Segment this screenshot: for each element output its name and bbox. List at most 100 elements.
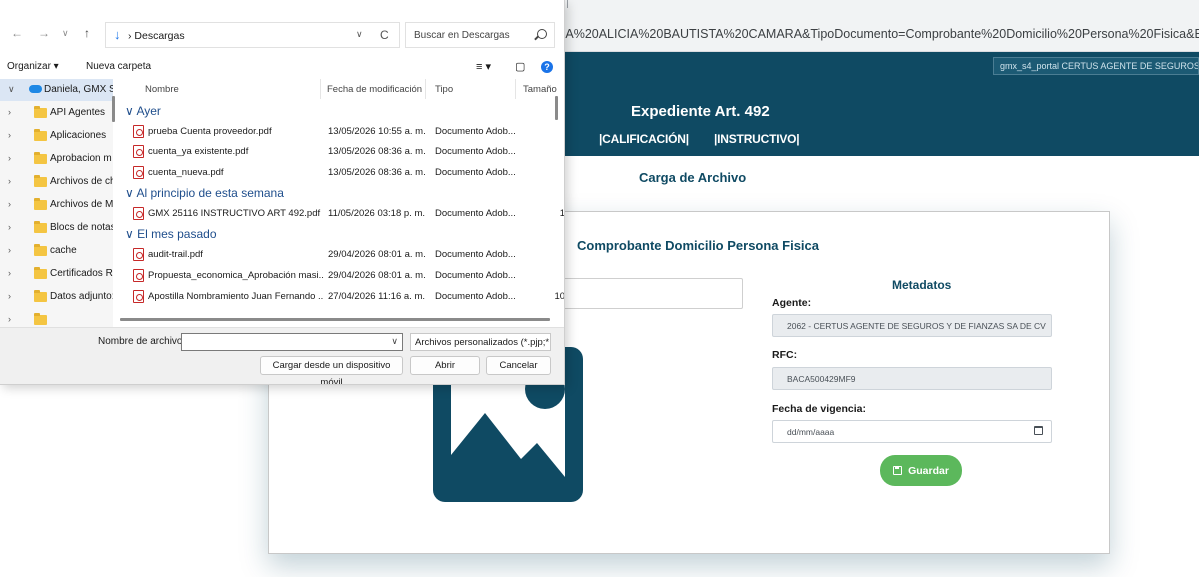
file-upload-input[interactable] [543,278,743,309]
chevron-right-icon[interactable]: › [8,222,11,232]
pdf-icon [133,290,144,303]
tree-item-cache[interactable]: › cache [0,240,113,262]
tree-item-blocs-notas[interactable]: › Blocs de notas [0,217,113,239]
tree-item-aplicaciones[interactable]: › Aplicaciones [0,125,113,147]
list-item[interactable]: prueba Cuenta proveedor.pdf 13/05/2026 1… [133,123,563,143]
preview-pane-icon[interactable]: ▢ [515,60,525,73]
column-divider[interactable] [515,79,516,99]
chevron-down-icon[interactable]: ∨ [8,84,15,95]
column-divider[interactable] [320,79,321,99]
file-date: 13/05/2026 08:36 a. m. [328,146,426,157]
column-header-size[interactable]: Tamaño [523,84,557,95]
tree-item-onedrive[interactable]: ∨ Daniela, GMX Se [0,79,113,101]
dialog-nav-bar: ← → ∨ ↑ ↓ › Descargas ∨ C Buscar en Desc… [0,18,564,53]
nav-instructivo[interactable]: |INSTRUCTIVO| [714,132,800,146]
tree-item-api-agentes[interactable]: › API Agentes [0,102,113,124]
chevron-down-icon[interactable]: ∨ [356,29,363,40]
agent-field: 2062 - CERTUS AGENTE DE SEGUROS Y DE FIA… [772,314,1052,337]
download-icon: ↓ [114,27,121,42]
tree-item-certificados[interactable]: › Certificados RI [0,263,113,285]
search-input[interactable]: Buscar en Descargas [414,30,510,41]
pdf-icon [133,166,144,179]
search-box[interactable]: Buscar en Descargas [405,22,555,48]
date-field[interactable]: dd/mm/aaaa [772,420,1052,443]
rfc-label: RFC: [772,349,798,361]
refresh-icon[interactable]: C [380,28,389,42]
path-bar[interactable]: ↓ › Descargas ∨ C [105,22,400,48]
recent-dropdown-button[interactable]: ∨ [62,28,69,39]
folder-icon [34,175,47,187]
list-item[interactable]: Propuesta_economica_Aprobación masi... 2… [133,267,563,287]
chevron-right-icon[interactable]: › [8,199,11,209]
folder-icon [34,290,47,302]
chevron-right-icon[interactable]: › [8,291,11,301]
tree-item-datos-adjuntos[interactable]: › Datos adjunto: [0,286,113,308]
view-options-icon[interactable]: ≡ ▾ [476,60,491,73]
open-button[interactable]: Abrir [410,356,480,375]
file-date: 29/04/2026 08:01 a. m. [328,249,426,260]
group-header-last-month[interactable]: ∨ El mes pasado [125,227,217,241]
tree-item-archivos-m[interactable]: › Archivos de M [0,194,113,216]
tree-item-label: Certificados RI [50,268,113,279]
forward-button[interactable]: → [38,26,50,40]
column-header-name[interactable]: Nombre [145,84,179,95]
filename-input[interactable]: ∨ [181,333,403,351]
card-title: Comprobante Domicilio Persona Fisica [577,238,819,253]
list-item[interactable]: Apostilla Nombramiento Juan Fernando ...… [133,288,564,308]
file-date: 29/04/2026 08:01 a. m. [328,270,426,281]
tree-item-partial[interactable]: › [0,309,113,327]
list-item[interactable]: cuenta_ya existente.pdf 13/05/2026 08:36… [133,143,563,163]
upload-from-mobile-button[interactable]: Cargar desde un dispositivo móvil [260,356,403,384]
navigation-pane: ∨ Daniela, GMX Se › API Agentes › Aplica… [0,79,113,327]
group-label: Al principio de esta semana [136,186,284,200]
tree-item-archivos-ch[interactable]: › Archivos de ch [0,171,113,193]
help-icon[interactable]: ? [541,61,553,73]
horizontal-scrollbar[interactable] [120,318,550,321]
address-bar[interactable]: ADA%20ALICIA%20BAUTISTA%20CAMARA&TipoDoc… [548,27,1199,41]
chevron-right-icon[interactable]: › [8,176,11,186]
save-icon [893,466,903,475]
chevron-right-icon[interactable]: › [8,245,11,255]
list-item[interactable]: GMX 25116 INSTRUCTIVO ART 492.pdf 11/05/… [133,205,564,225]
chevron-right-icon[interactable]: › [8,153,11,163]
organize-button[interactable]: Organizar ▾ [7,61,59,72]
up-button[interactable]: ↑ [84,26,90,40]
save-button[interactable]: Guardar [880,455,962,486]
dialog-footer: Nombre de archivo: ∨ Archivos personaliz… [0,327,564,384]
vertical-scrollbar[interactable] [555,96,558,120]
file-name: audit-trail.pdf [148,249,203,260]
command-bar: Organizar ▾ Nueva carpeta ≡ ▾ ▢ ? [0,56,564,78]
file-name: prueba Cuenta proveedor.pdf [148,126,272,137]
filename-label: Nombre de archivo: [98,336,186,347]
chevron-right-icon[interactable]: › [8,314,11,324]
cloud-icon [29,85,42,93]
file-type-filter[interactable]: Archivos personalizados (*.pjp;* [410,333,551,351]
list-item[interactable]: cuenta_nueva.pdf 13/05/2026 08:36 a. m. … [133,164,563,184]
user-info-box: gmx_s4_portal CERTUS AGENTE DE SEGUROS Y [993,57,1199,75]
chevron-right-icon[interactable]: › [8,107,11,117]
group-header-this-week[interactable]: ∨ Al principio de esta semana [125,186,284,200]
chevron-right-icon[interactable]: › [8,130,11,140]
cancel-button[interactable]: Cancelar [486,356,551,375]
date-placeholder: dd/mm/aaaa [787,427,835,437]
list-item[interactable]: audit-trail.pdf 29/04/2026 08:01 a. m. D… [133,246,563,266]
chevron-right-icon[interactable]: › [8,268,11,278]
file-date: 27/04/2026 11:16 a. m. [328,291,426,302]
group-label: Ayer [136,104,161,118]
back-button[interactable]: ← [11,26,23,40]
breadcrumb[interactable]: › Descargas [128,30,185,42]
column-header-type[interactable]: Tipo [435,84,453,95]
tree-item-aprobacion[interactable]: › Aprobacion m [0,148,113,170]
chevron-down-icon[interactable]: ∨ [391,336,398,347]
new-folder-button[interactable]: Nueva carpeta [86,61,151,72]
breadcrumb-downloads[interactable]: Descargas [134,30,184,42]
tree-item-label: Blocs de notas [50,222,113,233]
file-open-dialog: ← → ∨ ↑ ↓ › Descargas ∨ C Buscar en Desc… [0,0,565,385]
file-date: 13/05/2026 08:36 a. m. [328,167,426,178]
nav-calificacion[interactable]: |CALIFICACIÓN| [599,132,689,146]
column-header-date[interactable]: Fecha de modificación [327,84,422,95]
column-divider[interactable] [425,79,426,99]
calendar-icon[interactable] [1034,426,1043,435]
group-header-yesterday[interactable]: ∨ Ayer [125,104,161,118]
file-name: Propuesta_economica_Aprobación masi... [148,270,324,281]
